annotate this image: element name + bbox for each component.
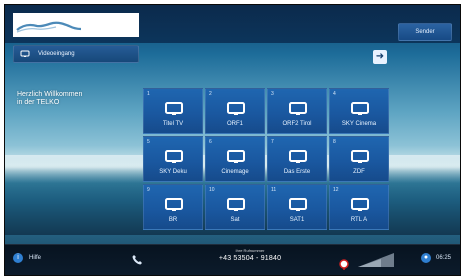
tv-interface: Sender Videoeingang ➜ Herzlich Willkomme…	[4, 4, 461, 276]
channel-grid: 1 Titel TV 2 ORF1 3 ORF2 Tirol 4 SKY Cin…	[143, 88, 389, 234]
channel-tile-12[interactable]: 12 RTL A	[329, 184, 389, 230]
channel-name: RTL A	[350, 217, 368, 223]
welcome-line-1: Herzlich Willkommen	[17, 91, 83, 98]
channel-name: BR	[168, 217, 178, 223]
tv-icon	[289, 150, 307, 163]
channel-tile-10[interactable]: 10 Sat	[205, 184, 265, 230]
phone-icon	[132, 255, 142, 265]
hotline-title: Ihre Rufnummer	[235, 248, 265, 253]
tv-icon	[351, 198, 369, 211]
tv-icon	[351, 102, 369, 115]
channel-number: 6	[209, 139, 212, 145]
tv-icon	[289, 198, 307, 211]
channel-tile-3[interactable]: 3 ORF2 Tirol	[267, 88, 327, 134]
channel-tile-11[interactable]: 11 SAT1	[267, 184, 327, 230]
channel-tile-9[interactable]: 9 BR	[143, 184, 203, 230]
hotline-info: Ihre Rufnummer +43 53504 - 91840	[195, 248, 305, 262]
video-input-label: Videoeingang	[38, 51, 75, 57]
time-label: 06:25	[436, 255, 452, 261]
top-bar: Sender	[5, 5, 460, 43]
bottom-bar: i Hilfe Ihre Rufnummer +43 53504 - 91840…	[5, 244, 460, 275]
tv-icon	[227, 150, 245, 163]
channel-number: 9	[147, 187, 150, 193]
welcome-line-2: in der TELKO	[17, 99, 60, 106]
channel-name: SKY Cinema	[341, 121, 377, 127]
video-input-button[interactable]: Videoeingang	[13, 45, 139, 63]
logo	[13, 13, 139, 37]
logo-icon	[16, 21, 82, 33]
channel-name: ORF2 Tirol	[282, 121, 312, 127]
time-display: ● 06:25	[421, 253, 451, 263]
channel-number: 10	[209, 187, 215, 193]
signal-strength-icon	[358, 253, 394, 267]
info-icon: i	[13, 253, 23, 263]
channel-name: SKY Deku	[159, 169, 187, 175]
channel-number: 12	[333, 187, 339, 193]
channel-tile-1[interactable]: 1 Titel TV	[143, 88, 203, 134]
channel-tile-8[interactable]: 8 ZDF	[329, 136, 389, 182]
tv-icon	[165, 198, 183, 211]
clock-icon: ●	[421, 253, 431, 263]
channel-tile-7[interactable]: 7 Das Erste	[267, 136, 327, 182]
monitor-icon	[20, 50, 30, 57]
tv-icon	[227, 102, 245, 115]
sender-button[interactable]: Sender	[398, 23, 452, 41]
tv-icon	[289, 102, 307, 115]
channel-number: 8	[333, 139, 336, 145]
welcome-text: Herzlich Willkommen in der TELKO	[17, 91, 127, 107]
tv-icon	[165, 150, 183, 163]
screen: Sender Videoeingang ➜ Herzlich Willkomme…	[0, 0, 463, 280]
tv-icon	[351, 150, 369, 163]
channel-name: ORF1	[226, 121, 243, 127]
channel-name: Sat	[230, 217, 240, 223]
channel-number: 3	[271, 91, 274, 97]
channel-name: Cinemage	[221, 169, 249, 175]
channel-number: 1	[147, 91, 150, 97]
help-label: Hilfe	[29, 255, 42, 261]
channel-name: Titel TV	[162, 121, 184, 127]
hotline-number: +43 53504 - 91840	[218, 255, 282, 262]
channel-tile-4[interactable]: 4 SKY Cinema	[329, 88, 389, 134]
channel-tile-2[interactable]: 2 ORF1	[205, 88, 265, 134]
channel-number: 2	[209, 91, 212, 97]
channel-number: 7	[271, 139, 274, 145]
arrow-right-icon: ➜	[375, 51, 385, 62]
tv-icon	[165, 102, 183, 115]
channel-name: ZDF	[353, 169, 365, 175]
cursor-marker-icon	[339, 259, 349, 270]
help-button[interactable]: i Hilfe	[13, 253, 41, 263]
channel-number: 11	[271, 187, 277, 193]
channel-tile-5[interactable]: 5 SKY Deku	[143, 136, 203, 182]
tv-icon	[227, 198, 245, 211]
channel-number: 4	[333, 91, 336, 97]
channel-name: Das Erste	[283, 169, 311, 175]
channel-tile-6[interactable]: 6 Cinemage	[205, 136, 265, 182]
channel-name: SAT1	[289, 217, 305, 223]
channel-number: 5	[147, 139, 150, 145]
forward-arrow-button[interactable]: ➜	[373, 50, 387, 64]
